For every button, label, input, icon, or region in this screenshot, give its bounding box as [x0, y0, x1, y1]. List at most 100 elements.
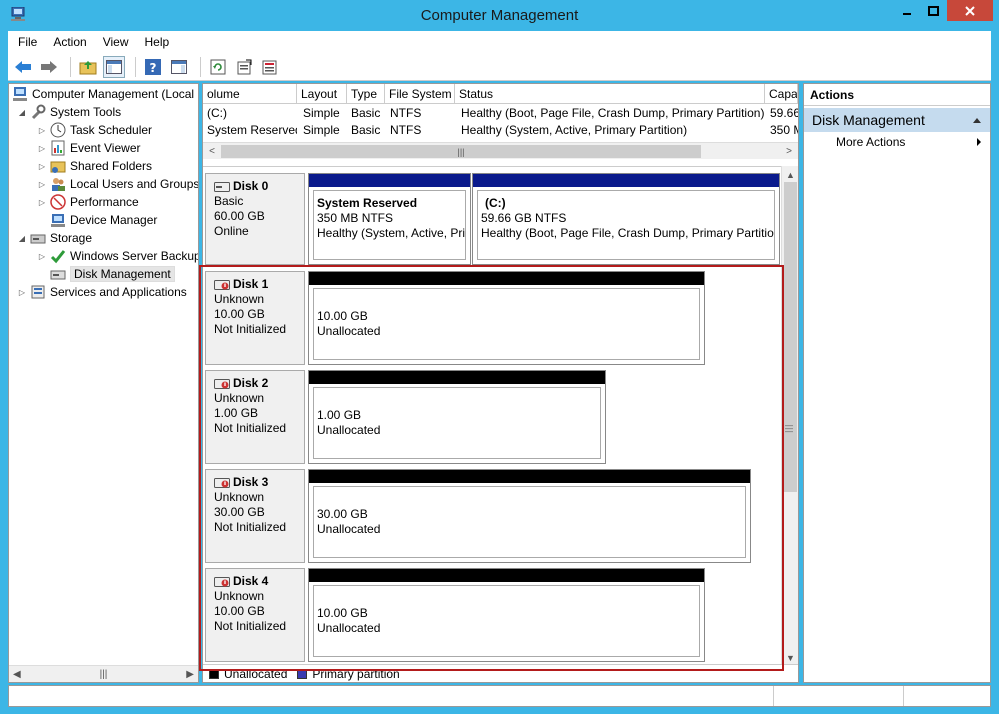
disk-not-initialized-icon — [214, 477, 230, 488]
disk-0-info[interactable]: Disk 0 Basic 60.00 GB Online — [205, 173, 305, 265]
show-hide-action-pane-button[interactable] — [168, 56, 190, 78]
close-icon — [965, 5, 975, 16]
column-header-file-system[interactable]: File System — [385, 84, 455, 104]
actions-pane: Actions Disk Management More Actions — [803, 83, 991, 683]
menu-help[interactable]: Help — [145, 35, 170, 49]
disk-graphical-view: Disk 0 Basic 60.00 GB Online System Rese… — [203, 166, 798, 666]
disk-icon — [214, 181, 230, 192]
collapse-up-icon[interactable] — [972, 116, 982, 124]
scroll-grip-icon: — — — — [785, 421, 793, 436]
submenu-arrow-icon — [977, 138, 981, 146]
unallocated-swatch — [209, 668, 219, 679]
performance-icon — [50, 194, 66, 210]
forward-button[interactable] — [38, 56, 60, 78]
disk-not-initialized-icon — [214, 279, 230, 290]
disk-4-info[interactable]: Disk 4 Unknown 10.00 GB Not Initialized — [205, 568, 305, 662]
tree-item-shared-folders[interactable]: ▷ Shared Folders — [37, 157, 152, 175]
disk-management-pane: olume Layout Type File System Status Cap… — [202, 83, 799, 683]
expand-arrow-icon[interactable]: ▷ — [37, 125, 47, 135]
help-button[interactable]: ? — [142, 56, 164, 78]
disk-0-row: Disk 0 Basic 60.00 GB Online System Rese… — [205, 173, 782, 265]
minimize-button[interactable] — [893, 0, 920, 21]
export-list-button[interactable] — [259, 56, 281, 78]
tree-item-windows-server-backup[interactable]: ▷ Windows Server Backup — [37, 247, 198, 265]
clock-icon — [50, 122, 66, 138]
disk-4-unallocated-space[interactable]: 10.00 GB Unallocated — [308, 568, 705, 662]
scroll-down-icon[interactable]: ▼ — [783, 650, 798, 665]
menu-file[interactable]: File — [18, 35, 37, 49]
refresh-button[interactable] — [207, 56, 229, 78]
export-icon — [262, 60, 277, 74]
collapse-arrow-icon[interactable]: ◢ — [17, 107, 27, 117]
scroll-left-icon[interactable]: < — [204, 144, 220, 159]
properties-icon — [237, 59, 252, 74]
collapse-arrow-icon[interactable]: ◢ — [17, 233, 27, 243]
disk-1-unallocated-space[interactable]: 10.00 GB Unallocated — [308, 271, 705, 365]
expand-arrow-icon[interactable]: ▷ — [37, 161, 47, 171]
tree-item-device-manager[interactable]: Device Manager — [50, 211, 157, 229]
tree-horizontal-scrollbar[interactable]: ◀ ||| ▶ — [9, 665, 198, 682]
column-header-layout[interactable]: Layout — [297, 84, 347, 104]
menu-bar: File Action View Help — [8, 31, 991, 53]
partition-c-drive[interactable]: (C:) 59.66 GB NTFS Healthy (Boot, Page F… — [472, 173, 780, 265]
scroll-thumb[interactable]: ||| — [221, 145, 701, 158]
close-button[interactable] — [947, 0, 993, 21]
refresh-icon — [210, 59, 226, 74]
expand-arrow-icon[interactable]: ▷ — [37, 251, 47, 261]
actions-section-disk-management[interactable]: Disk Management — [804, 108, 990, 132]
disk-2-unallocated-space[interactable]: 1.00 GB Unallocated — [308, 370, 606, 464]
disk-3-info[interactable]: Disk 3 Unknown 30.00 GB Not Initialized — [205, 469, 305, 563]
tree-item-disk-management[interactable]: Disk Management — [50, 265, 175, 283]
action-pane-icon — [171, 59, 187, 74]
up-folder-button[interactable] — [77, 56, 99, 78]
status-bar — [8, 685, 991, 707]
scroll-up-icon[interactable]: ▲ — [783, 167, 798, 182]
maximize-button[interactable] — [920, 0, 947, 21]
toolbar: ? — [8, 53, 991, 81]
properties-button[interactable] — [233, 56, 255, 78]
column-header-type[interactable]: Type — [347, 84, 385, 104]
tree-item-storage[interactable]: ◢ Storage — [17, 229, 92, 247]
disk-not-initialized-icon — [214, 576, 230, 587]
svg-text:?: ? — [150, 61, 157, 75]
menu-view[interactable]: View — [103, 35, 129, 49]
tree-item-performance[interactable]: ▷ Performance — [37, 193, 139, 211]
more-actions-item[interactable]: More Actions — [804, 132, 990, 152]
storage-icon — [30, 230, 46, 246]
expand-arrow-icon[interactable]: ▷ — [37, 143, 47, 153]
primary-partition-swatch — [297, 668, 308, 679]
legend-unallocated: Unallocated — [224, 666, 288, 681]
show-hide-console-tree-button[interactable] — [103, 55, 125, 78]
users-icon — [50, 176, 66, 192]
back-button[interactable] — [12, 56, 34, 78]
disk-3-unallocated-space[interactable]: 30.00 GB Unallocated — [308, 469, 751, 563]
partition-system-reserved[interactable]: System Reserved 350 MB NTFS Healthy (Sys… — [308, 173, 471, 265]
scroll-left-icon[interactable]: ◀ — [13, 669, 21, 680]
disk-1-info[interactable]: Disk 1 Unknown 10.00 GB Not Initialized — [205, 271, 305, 365]
actions-header: Actions — [804, 84, 990, 106]
tree-item-task-scheduler[interactable]: ▷ Task Scheduler — [37, 121, 152, 139]
volume-list-horizontal-scrollbar[interactable]: < ||| > — [203, 142, 798, 159]
column-header-volume[interactable]: olume — [203, 84, 297, 104]
scroll-right-icon[interactable]: > — [781, 144, 797, 159]
minimize-icon — [902, 12, 911, 15]
maximize-icon — [928, 5, 939, 16]
back-arrow-icon — [15, 60, 31, 73]
disk-view-vertical-scrollbar[interactable]: ▲ — — — ▼ — [781, 166, 798, 666]
column-header-capacity[interactable]: Capa — [765, 84, 798, 104]
tree-item-computer-management[interactable]: Computer Management (Local — [12, 85, 194, 103]
console-tree-icon — [106, 59, 122, 74]
column-header-status[interactable]: Status — [455, 84, 765, 104]
disk-2-info[interactable]: Disk 2 Unknown 1.00 GB Not Initialized — [205, 370, 305, 464]
scroll-thumb[interactable] — [784, 182, 797, 492]
expand-arrow-icon[interactable]: ▷ — [37, 197, 47, 207]
tree-item-services-applications[interactable]: ▷ Services and Applications — [17, 283, 187, 301]
menu-action[interactable]: Action — [53, 35, 86, 49]
expand-arrow-icon[interactable]: ▷ — [37, 179, 47, 189]
expand-arrow-icon[interactable]: ▷ — [17, 287, 27, 297]
scroll-right-icon[interactable]: ▶ — [186, 669, 194, 680]
tree-item-event-viewer[interactable]: ▷ Event Viewer — [37, 139, 140, 157]
folder-up-icon — [79, 60, 97, 74]
tree-item-system-tools[interactable]: ◢ System Tools — [17, 103, 121, 121]
tree-item-local-users-groups[interactable]: ▷ Local Users and Groups — [37, 175, 198, 193]
